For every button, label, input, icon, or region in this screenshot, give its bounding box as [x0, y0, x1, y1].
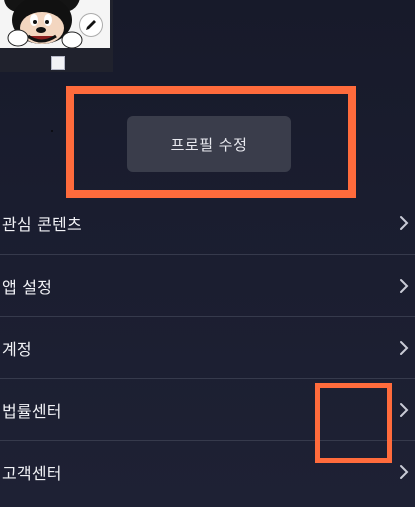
chevron-right-icon	[399, 464, 409, 480]
chevron-right-icon	[399, 340, 409, 356]
menu-item-interest-content[interactable]: 관심 콘텐츠	[0, 192, 415, 254]
chevron-right-icon	[399, 215, 409, 231]
chevron-right-icon	[399, 402, 409, 418]
profile-edit-label: 프로필 수정	[170, 135, 248, 154]
profile-edit-button[interactable]: 프로필 수정	[127, 116, 291, 172]
highlight-frame	[315, 383, 392, 463]
menu-item-label: 법률센터	[2, 401, 62, 421]
checkbox[interactable]	[51, 56, 65, 70]
menu-item-account[interactable]: 계정	[0, 316, 415, 378]
menu-item-label: 계정	[2, 339, 32, 359]
menu-item-label: 고객센터	[2, 463, 62, 483]
chevron-right-icon	[399, 278, 409, 294]
dot-artifact	[51, 130, 53, 132]
edit-avatar-button[interactable]	[80, 14, 102, 36]
profile-avatar-area	[0, 0, 113, 72]
menu-item-label: 관심 콘텐츠	[2, 215, 82, 234]
pencil-icon	[86, 20, 96, 30]
menu-item-app-settings[interactable]: 앱 설정	[0, 254, 415, 316]
menu-item-label: 앱 설정	[2, 277, 53, 297]
